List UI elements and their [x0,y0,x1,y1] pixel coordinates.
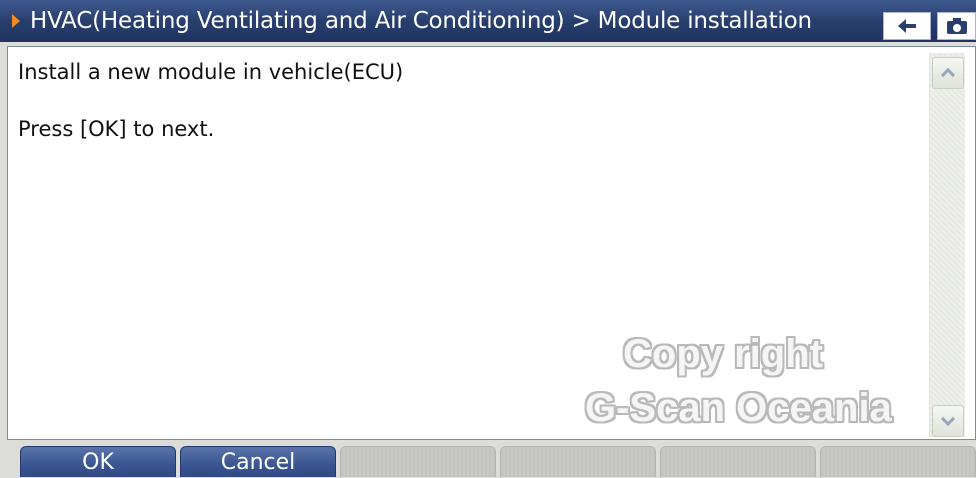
screenshot-button[interactable] [937,12,976,40]
scroll-up-button[interactable] [932,57,964,89]
watermark-line-1: Copy right [623,332,823,376]
function-key-3 [340,446,496,477]
chevron-down-icon [940,411,956,427]
instruction-text: Install a new module in vehicle(ECU) [18,60,404,84]
camera-icon [946,18,967,34]
vertical-scrollbar[interactable] [929,53,965,437]
chevron-up-icon [940,67,956,83]
prompt-text: Press [OK] to next. [18,117,215,141]
function-key-5 [660,446,816,477]
title-bar: HVAC(Heating Ventilating and Air Conditi… [0,0,976,42]
function-key-4 [500,446,656,477]
back-arrow-icon [898,19,916,33]
breadcrumb-title: HVAC(Heating Ventilating and Air Conditi… [30,8,812,34]
scroll-down-button[interactable] [932,405,964,437]
function-key-bar: OK Cancel [0,446,976,477]
watermark-line-2: G-Scan Oceania [585,386,892,430]
play-arrow-icon [12,14,20,28]
back-button[interactable] [883,12,931,40]
message-panel: Install a new module in vehicle(ECU) Pre… [7,46,976,440]
cancel-button[interactable]: Cancel [180,446,336,477]
g-scan-screen: HVAC(Heating Ventilating and Air Conditi… [0,0,976,477]
ok-button[interactable]: OK [20,446,176,477]
function-key-6 [820,446,976,477]
